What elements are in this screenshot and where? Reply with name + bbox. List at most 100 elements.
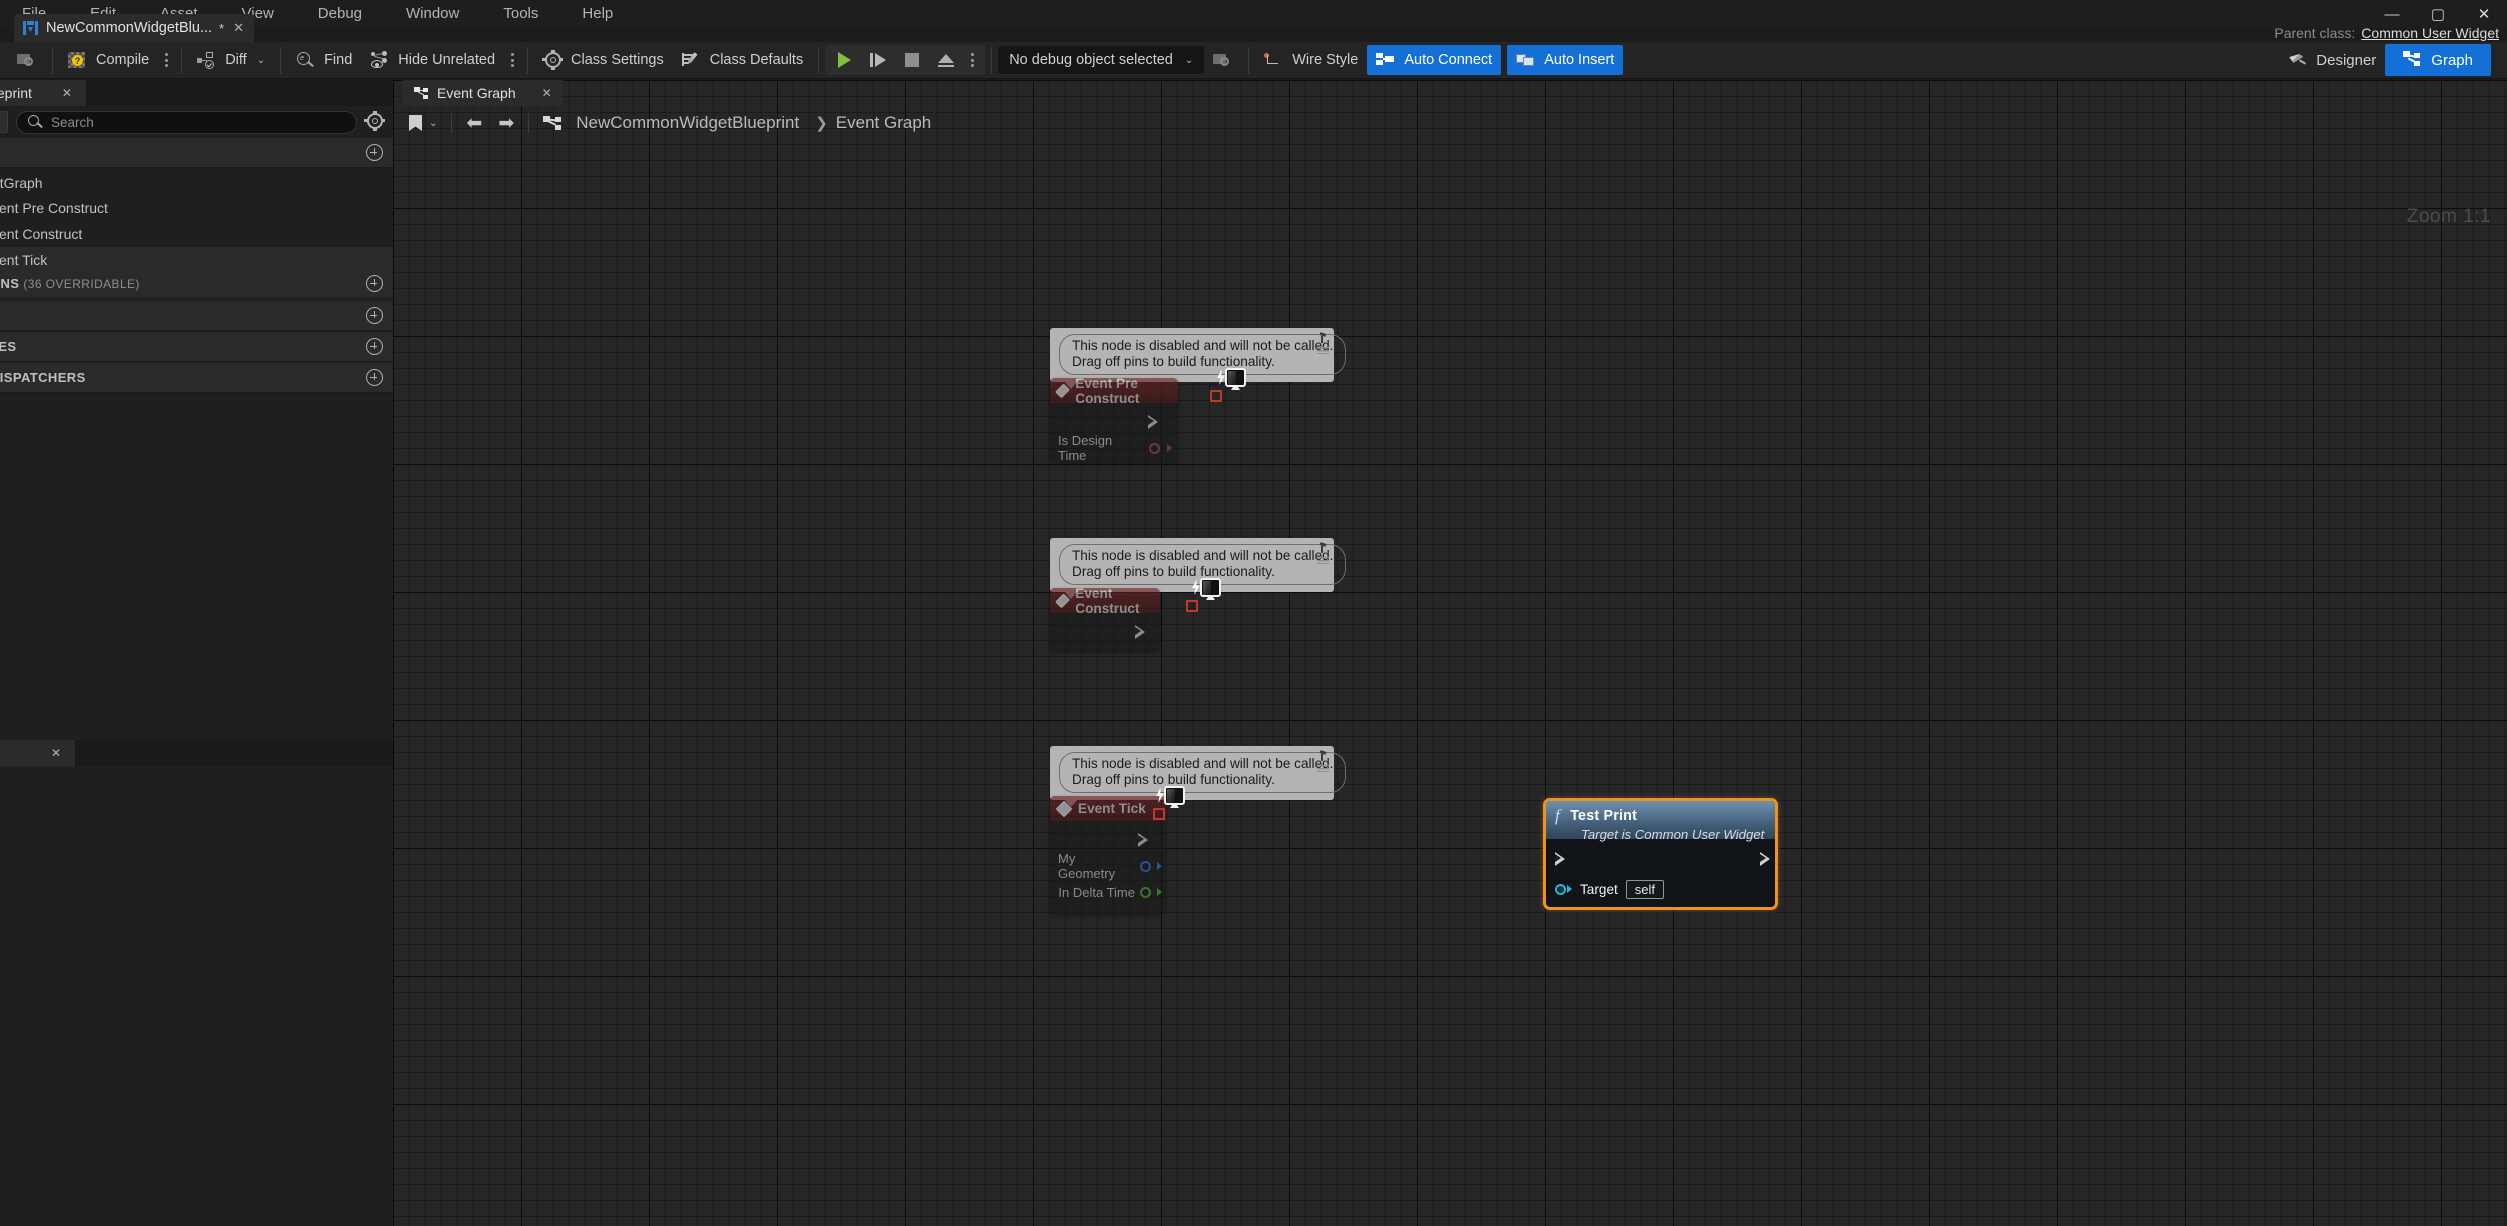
event-node-body[interactable]: Event Pre Construct Is Design Time <box>1050 378 1178 462</box>
tab-event-graph[interactable]: Event Graph ✕ <box>403 80 563 106</box>
struct-pin-icon[interactable] <box>1140 861 1151 872</box>
section-header-macros[interactable]: S <box>0 301 393 331</box>
pin-label: In Delta Time <box>1058 885 1135 900</box>
comment-line-2: Drag off pins to build functionality. <box>1072 354 1333 370</box>
output-pin-my-geometry[interactable]: My Geometry <box>1050 853 1166 879</box>
find-button[interactable]: e Find <box>287 45 361 75</box>
output-pin-exec[interactable] <box>1050 409 1178 435</box>
add-macro-button[interactable] <box>366 307 383 324</box>
step-button[interactable] <box>860 45 896 75</box>
exec-pin-icon[interactable] <box>1148 415 1160 429</box>
comment-line-2: Drag off pins to build functionality. <box>1072 772 1333 788</box>
tab-my-blueprint-close-icon[interactable]: ✕ <box>62 86 72 100</box>
output-pin-exec[interactable] <box>1050 619 1160 645</box>
wire-style-button[interactable]: Wire Style <box>1255 45 1367 75</box>
pin-icon[interactable] <box>1316 543 1328 554</box>
asset-tab-close-icon[interactable]: ✕ <box>233 20 244 36</box>
add-graph-button[interactable] <box>366 144 383 161</box>
play-button[interactable] <box>829 45 860 75</box>
event-graph-canvas[interactable]: Event Graph ✕ ⌄ ⬅ ➡ <box>393 80 2507 1226</box>
search-input[interactable]: Search <box>16 111 357 134</box>
section-header-functions[interactable]: ONS (36 OVERRIDABLE) <box>0 269 393 299</box>
section-header-variables[interactable]: LES <box>0 332 393 362</box>
float-pin-icon[interactable] <box>1140 887 1151 898</box>
event-node-body[interactable]: Event Construct <box>1050 588 1160 650</box>
list-item-label: vent Tick <box>0 252 47 268</box>
browse-asset-button[interactable] <box>8 45 46 75</box>
bool-pin-icon[interactable] <box>1149 443 1160 454</box>
target-value-field[interactable]: self <box>1626 880 1664 899</box>
designer-mode-button[interactable]: Designer <box>2279 45 2385 75</box>
bookmark-dropdown-button[interactable]: ⌄ <box>401 110 445 136</box>
eject-button[interactable] <box>928 45 964 75</box>
play-options-kebab[interactable] <box>964 53 981 67</box>
section-title-variables: LES <box>0 339 16 354</box>
resize-grip-icon[interactable] <box>1317 347 1329 354</box>
output-pin-is-design-time[interactable]: Is Design Time <box>1050 435 1178 461</box>
list-item-eventgraph[interactable]: ntGraph <box>0 170 393 196</box>
exec-output-pin-icon[interactable] <box>1760 852 1772 866</box>
left-panel-tab-strip: lueprint ✕ <box>0 80 393 106</box>
graph-label: Graph <box>2431 52 2473 69</box>
nav-back-button[interactable]: ⬅ <box>458 110 490 136</box>
disabled-node-badge-icon <box>1216 368 1246 394</box>
class-defaults-button[interactable]: Class Defaults <box>673 45 812 75</box>
node-test-print[interactable]: f Test Print Target is Common User Widge… <box>1543 798 1778 910</box>
list-item-event-construct[interactable]: vent Construct <box>0 221 393 247</box>
node-header: Event Pre Construct <box>1050 378 1178 403</box>
output-pin-in-delta-time[interactable]: In Delta Time <box>1050 879 1166 905</box>
comment-line-1: This node is disabled and will not be ca… <box>1072 338 1333 354</box>
target-pin-icon[interactable] <box>1555 884 1566 895</box>
hide-unrelated-button[interactable]: Hide Unrelated <box>361 45 504 75</box>
resize-grip-icon[interactable] <box>1317 557 1329 564</box>
chevron-down-icon: ⌄ <box>429 118 437 129</box>
exec-pin-icon[interactable] <box>1135 625 1147 639</box>
breadcrumb-divider <box>528 113 529 133</box>
pin-icon[interactable] <box>1316 751 1328 762</box>
class-defaults-label: Class Defaults <box>710 52 803 68</box>
auto-connect-button[interactable]: Auto Connect <box>1367 45 1501 75</box>
section-header-graphs[interactable]: S <box>0 138 393 168</box>
list-item-event-pre-construct[interactable]: vent Pre Construct <box>0 195 393 221</box>
diff-button[interactable]: Diff ⌄ <box>188 45 274 75</box>
nav-forward-button[interactable]: ➡ <box>490 110 522 136</box>
exec-pin-icon[interactable] <box>1138 833 1150 847</box>
function-icon: f <box>1555 806 1560 826</box>
event-diamond-icon <box>1055 593 1070 608</box>
parent-class-link[interactable]: Common User Widget <box>2361 25 2499 41</box>
section-header-event-dispatchers[interactable]: DISPATCHERS <box>0 363 393 393</box>
breadcrumb-root[interactable]: NewCommonWidgetBlueprint <box>535 110 807 136</box>
debug-browse-button[interactable] <box>1204 45 1242 75</box>
pin-icon[interactable] <box>1316 333 1328 344</box>
tab-details-close-icon[interactable]: ✕ <box>51 746 61 760</box>
resize-grip-icon[interactable] <box>1317 765 1329 772</box>
toolbar-divider <box>181 47 182 74</box>
node-subtitle: Target is Common User Widget <box>1555 827 1765 842</box>
add-variable-button[interactable] <box>366 338 383 355</box>
event-node-body[interactable]: Event Tick My Geometry In Delta Time <box>1050 796 1166 913</box>
parent-class-label: Parent class: <box>2274 25 2355 41</box>
auto-insert-button[interactable]: Auto Insert <box>1507 45 1623 75</box>
graph-icon <box>2403 51 2423 69</box>
stop-button[interactable] <box>896 45 928 75</box>
asset-tab-newcommonwidgetblueprint[interactable]: NewCommonWidgetBlu... * ✕ <box>14 14 254 42</box>
output-pin-exec[interactable] <box>1050 827 1166 853</box>
tab-details[interactable]: s ✕ <box>0 740 75 766</box>
debug-object-value[interactable]: No debug object selected <box>1009 52 1173 68</box>
compile-button[interactable]: ? Compile <box>59 45 158 75</box>
hide-unrelated-options-kebab[interactable] <box>504 53 521 67</box>
add-function-button[interactable] <box>366 275 383 292</box>
class-settings-button[interactable]: Class Settings <box>534 45 673 75</box>
tab-event-graph-close-icon[interactable]: ✕ <box>542 86 552 100</box>
auto-connect-icon <box>1376 51 1396 69</box>
tab-my-blueprint[interactable]: lueprint ✕ <box>0 80 86 106</box>
add-event-dispatcher-button[interactable] <box>366 369 383 386</box>
compile-options-kebab[interactable] <box>158 53 175 67</box>
graph-mode-button[interactable]: Graph <box>2385 44 2491 76</box>
exec-input-pin-icon[interactable] <box>1555 852 1567 866</box>
tab-my-blueprint-label: lueprint <box>0 85 32 101</box>
add-new-button[interactable] <box>0 111 8 133</box>
blueprint-icon <box>23 21 39 35</box>
gear-icon[interactable] <box>365 112 385 132</box>
parent-class-info: Parent class: Common User Widget <box>2274 22 2499 44</box>
